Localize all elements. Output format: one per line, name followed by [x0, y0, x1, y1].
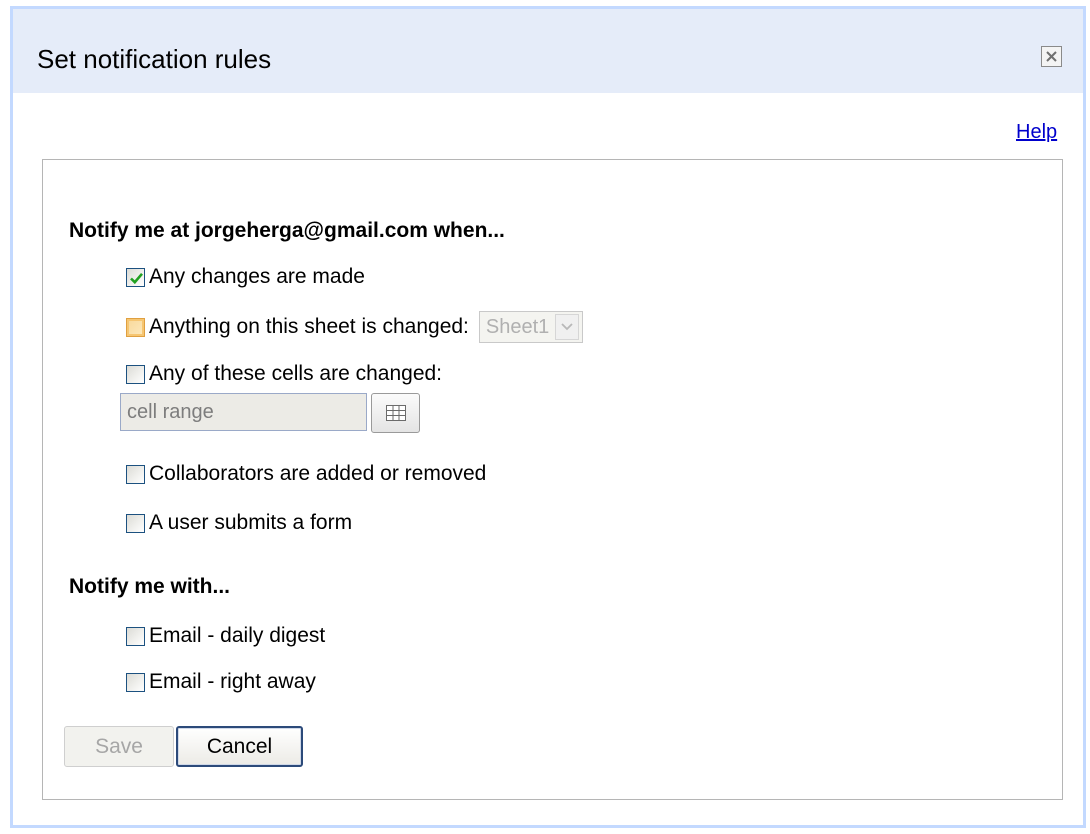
- option-any-changes[interactable]: Any changes are made: [126, 264, 365, 290]
- collaborators-checkbox[interactable]: [126, 464, 145, 484]
- grid-icon: [385, 405, 406, 421]
- cells-changed-checkbox[interactable]: [126, 364, 145, 384]
- any-changes-label: Any changes are made: [149, 265, 365, 288]
- cell-range-input[interactable]: [120, 393, 367, 431]
- checkmark-icon: [130, 272, 143, 284]
- close-icon: [1046, 51, 1057, 62]
- collaborators-label: Collaborators are added or removed: [149, 462, 487, 485]
- right-away-checkbox[interactable]: [126, 672, 145, 692]
- daily-digest-label: Email - daily digest: [149, 624, 326, 647]
- form-submit-label: A user submits a form: [149, 511, 353, 534]
- notify-with-heading: Notify me with...: [69, 575, 231, 598]
- option-cells-changed[interactable]: Any of these cells are changed:: [126, 361, 442, 387]
- option-right-away[interactable]: Email - right away: [126, 669, 316, 695]
- any-changes-checkbox[interactable]: [126, 267, 145, 287]
- right-away-label: Email - right away: [149, 670, 316, 693]
- sheet-select-value: Sheet1: [485, 315, 550, 338]
- notification-rules-dialog: Set notification rules Help Notify me at…: [10, 6, 1086, 828]
- notify-when-heading: Notify me at jorgeherga@gmail.com when..…: [69, 219, 505, 242]
- help-link[interactable]: Help: [1016, 121, 1057, 144]
- sheet-changed-label: Anything on this sheet is changed:: [149, 315, 469, 338]
- daily-digest-checkbox[interactable]: [126, 626, 145, 646]
- dialog-titlebar: Set notification rules: [13, 9, 1083, 93]
- option-sheet-changed[interactable]: Anything on this sheet is changed: Sheet…: [126, 311, 584, 343]
- sheet-select[interactable]: Sheet1: [478, 311, 584, 343]
- chevron-down-icon: [555, 314, 580, 340]
- option-daily-digest[interactable]: Email - daily digest: [126, 623, 325, 649]
- sheet-changed-checkbox[interactable]: [126, 317, 145, 337]
- option-form-submit[interactable]: A user submits a form: [126, 510, 352, 536]
- close-button[interactable]: [1041, 46, 1062, 67]
- option-collaborators[interactable]: Collaborators are added or removed: [126, 461, 486, 487]
- form-submit-checkbox[interactable]: [126, 513, 145, 533]
- dialog-title: Set notification rules: [37, 44, 272, 74]
- save-button[interactable]: Save: [64, 726, 174, 767]
- select-range-button[interactable]: [371, 393, 420, 433]
- cells-changed-label: Any of these cells are changed:: [149, 362, 443, 385]
- cancel-button[interactable]: Cancel: [176, 726, 303, 767]
